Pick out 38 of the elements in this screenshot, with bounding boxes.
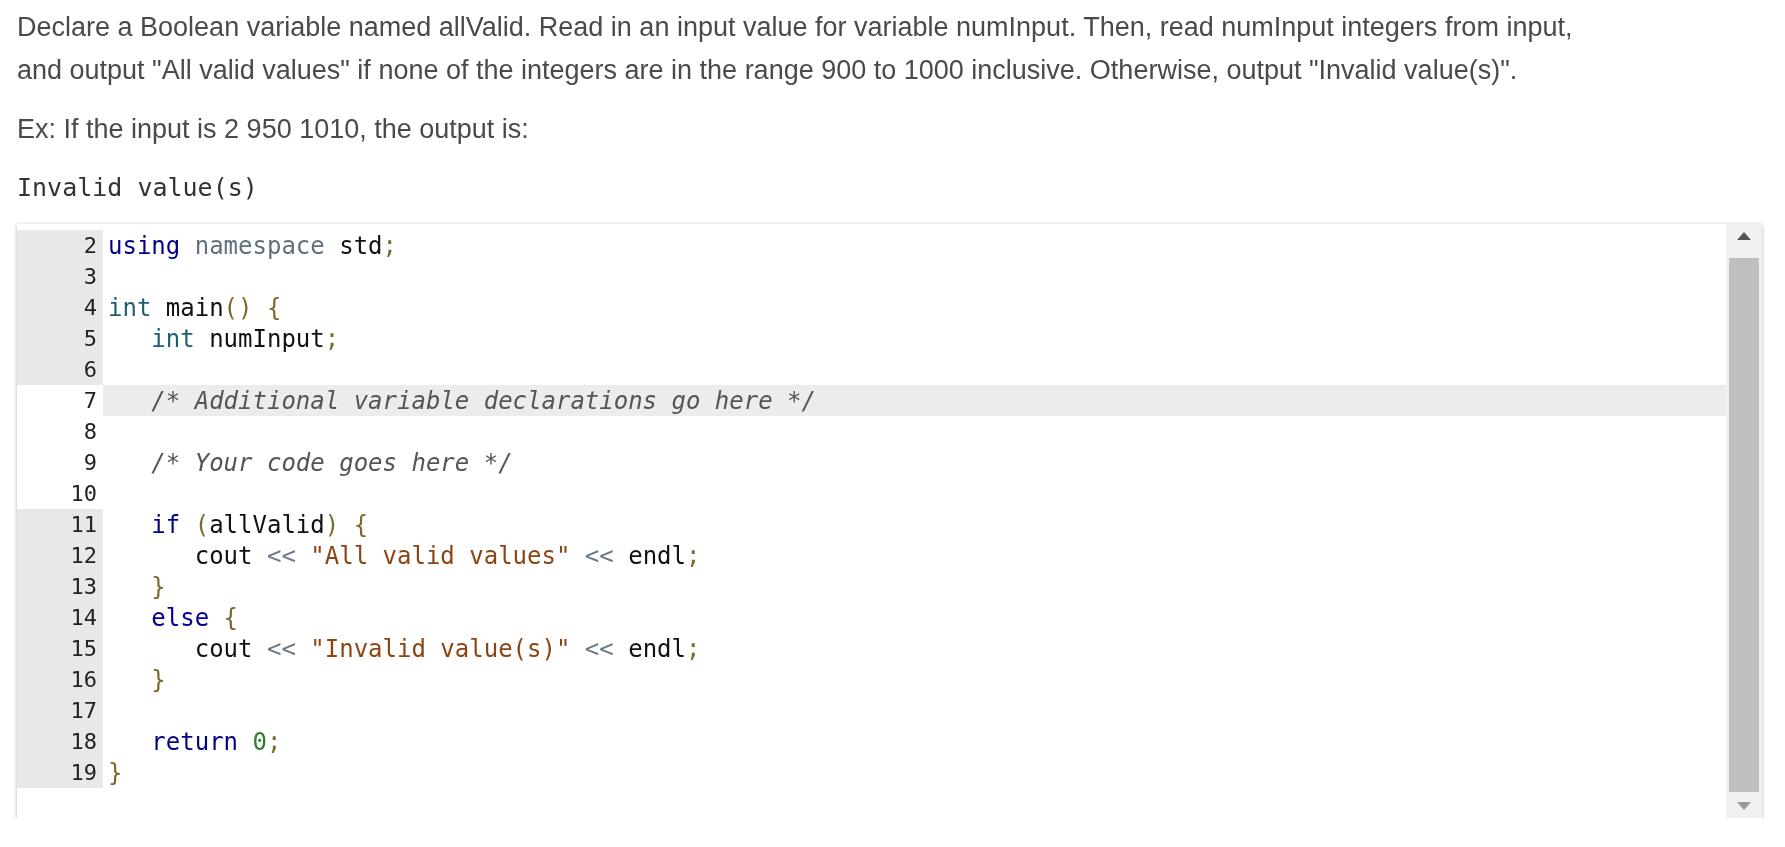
line-number: 12 (70, 543, 98, 568)
code-text: cout << "Invalid value(s)" << endl; (193, 634, 701, 663)
code-text: /* Your code goes here */ (150, 448, 513, 477)
line-number: 16 (70, 667, 98, 692)
code-text: if (allValid) { (150, 510, 369, 539)
line-number: 11 (70, 512, 98, 537)
line-number: 18 (70, 729, 98, 754)
instruction-text: Declare a Boolean variable named allValid. Read in an input value for variable numInput. Then, read numInput integers from input, and output "All valid values" if none of the integers are in the range 900 to 1000 inclusive. Otherwise, output "Invalid value(s)". (17, 11, 1574, 87)
line-number: 6 (83, 357, 98, 382)
code-text: } (108, 758, 123, 787)
line-number: 2 (83, 233, 98, 258)
line-number: 8 (83, 419, 98, 444)
line-number: 14 (70, 605, 98, 630)
line-number: 4 (83, 295, 98, 320)
scroll-up-icon[interactable] (1737, 232, 1751, 240)
line-number: 13 (70, 574, 98, 599)
code-text: int numInput; (150, 324, 340, 353)
code-text: int main() { (108, 293, 282, 322)
code-text: using namespace std; (108, 231, 397, 260)
line-number: 7 (83, 388, 98, 413)
line-number: 17 (70, 698, 98, 723)
code-text: cout << "All valid values" << endl; (193, 541, 701, 570)
scrollbar[interactable] (1726, 224, 1762, 818)
line-number: 5 (83, 326, 98, 351)
line-number: 15 (70, 636, 98, 661)
scroll-thumb[interactable] (1729, 258, 1759, 792)
sample-output: Invalid value(s) (17, 173, 259, 202)
line-number: 3 (83, 264, 98, 289)
code-text: /* Additional variable declarations go here */ (150, 386, 816, 415)
line-number: 10 (70, 481, 98, 506)
code-text: else { (150, 603, 239, 632)
line-number: 19 (70, 760, 98, 785)
code-text: return 0; (150, 727, 282, 756)
instruction-text: Ex: If the input is 2 950 1010, the output is: (17, 113, 530, 146)
code-text: } (150, 665, 166, 694)
scroll-down-icon[interactable] (1737, 802, 1751, 810)
code-text: } (150, 572, 166, 601)
line-number: 9 (83, 450, 98, 475)
